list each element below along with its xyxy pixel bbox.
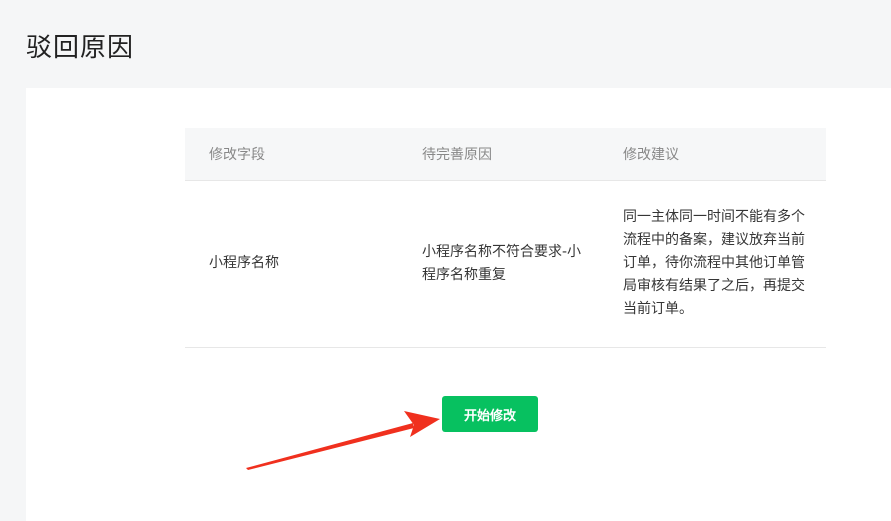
- table-header-row: 修改字段 待完善原因 修改建议: [185, 128, 826, 181]
- cell-field: 小程序名称: [185, 180, 398, 348]
- header-suggestion: 修改建议: [611, 128, 826, 181]
- cell-reason: 小程序名称不符合要求-小程序名称重复: [398, 180, 611, 348]
- reject-reason-table: 修改字段 待完善原因 修改建议 小程序名称 小程序名称不符合要求-小程序名称重复…: [185, 128, 826, 348]
- table-row: 小程序名称 小程序名称不符合要求-小程序名称重复 同一主体同一时间不能有多个流程…: [185, 180, 826, 348]
- header-field: 修改字段: [185, 128, 398, 181]
- content-card: 修改字段 待完善原因 修改建议 小程序名称 小程序名称不符合要求-小程序名称重复…: [26, 88, 891, 521]
- page-title: 驳回原因: [26, 33, 135, 63]
- start-edit-button[interactable]: 开始修改: [442, 396, 538, 432]
- cell-suggestion: 同一主体同一时间不能有多个流程中的备案，建议放弃当前订单，待你流程中其他订单管局…: [611, 180, 826, 348]
- header-reason: 待完善原因: [398, 128, 611, 181]
